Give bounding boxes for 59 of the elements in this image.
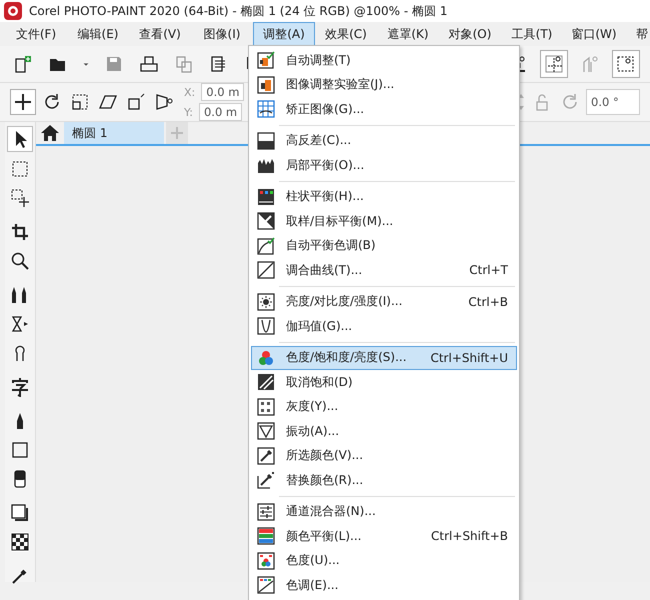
menu-bar-item[interactable]: 文件(F): [5, 22, 67, 46]
menu-item[interactable]: 色度/饱和度/亮度(S)... Ctrl+Shift+U: [251, 346, 517, 370]
curve-icon: [256, 575, 276, 596]
window-title: Corel PHOTO-PAINT 2020 (64-Bit) - 椭圆 1 (24 位 RGB) @100% - 椭圆 1: [29, 2, 448, 20]
y-field[interactable]: 0.0 m: [198, 103, 242, 121]
color-stripes-icon: [256, 526, 276, 546]
menu-item[interactable]: 替换颜色(R)...: [251, 468, 517, 492]
menu-item[interactable]: 灰度(Y)...: [251, 394, 517, 419]
pointer-icon[interactable]: [7, 126, 33, 152]
eyedropper-icon: [256, 470, 276, 490]
menu-item[interactable]: 伽玛值(G)...: [251, 314, 517, 338]
menu-item[interactable]: 矫正图像(G)...: [251, 97, 517, 122]
menu-item[interactable]: 局部平衡(O)...: [251, 153, 517, 178]
menu-bar-item[interactable]: 编辑(E): [67, 22, 129, 46]
menu-item[interactable]: 通道混合器(N)...: [251, 500, 517, 524]
plus-icon: [170, 126, 184, 140]
menu-bar-item[interactable]: 效果(C): [315, 22, 377, 46]
menu-item[interactable]: 亮度/对比度/强度(I)... Ctrl+B: [251, 290, 517, 314]
menu-item[interactable]: 振动(A)...: [251, 419, 517, 444]
y-label: Y:: [184, 106, 193, 118]
bounding-box-view-icon[interactable]: [612, 50, 640, 78]
image-adjust-icon: [256, 74, 276, 95]
eyedropper-icon: [256, 446, 276, 466]
menu-item[interactable]: 色调(E)...: [251, 573, 517, 598]
gamma-curve-icon: [256, 316, 276, 336]
x-label: X:: [184, 86, 196, 98]
menu-bar-item[interactable]: 窗口(W): [563, 22, 625, 46]
curve-check-icon: [256, 236, 276, 256]
grid-icon: [256, 99, 276, 120]
menu-item[interactable]: 柱状平衡(H)...: [251, 184, 517, 209]
curve-icon: [256, 260, 276, 280]
menu-item[interactable]: 调合曲线(T)... Ctrl+T: [251, 258, 517, 282]
menu-item[interactable]: 色度(U)...: [251, 548, 517, 573]
menu-bar-item[interactable]: 遮罩(K): [377, 22, 439, 46]
menu-item[interactable]: 颜色平衡(L)... Ctrl+Shift+B: [251, 524, 517, 548]
menu-item[interactable]: 自动平衡色调(B): [251, 234, 517, 258]
menu-bar-item[interactable]: 工具(T): [501, 22, 563, 46]
sun-icon: [256, 292, 276, 312]
angle-field[interactable]: 0.0 °: [586, 89, 640, 115]
menu-bar-item[interactable]: 调整(A): [253, 22, 315, 46]
color-circles-icon: [256, 550, 276, 571]
sliders-icon: [256, 502, 276, 522]
move-icon[interactable]: [10, 89, 36, 115]
menu-bar-item[interactable]: 图像(I): [191, 22, 253, 46]
levels-icon: [256, 186, 276, 207]
menu-bar-item[interactable]: 帮: [625, 22, 649, 46]
x-field[interactable]: 0.0 m: [201, 83, 244, 101]
guidelines-view-icon[interactable]: [540, 50, 568, 78]
menu-item[interactable]: 取消饱和(D): [251, 370, 517, 394]
menu-item[interactable]: 图像调整实验室(J)...: [251, 72, 517, 97]
menu-item[interactable]: 所选颜色(V)...: [251, 444, 517, 468]
menu-item[interactable]: 高反差(C)...: [251, 128, 517, 153]
document-tab[interactable]: 椭圆 1: [64, 122, 164, 144]
menu-bar-item[interactable]: 对象(O): [439, 22, 501, 46]
adjust-check-icon: [256, 50, 276, 70]
contrast-icon: [256, 130, 276, 151]
desaturate-icon: [256, 372, 276, 392]
menu-bar-item[interactable]: 查看(V): [129, 22, 191, 46]
menu-item[interactable]: 取样/目标平衡(M)...: [251, 209, 517, 234]
